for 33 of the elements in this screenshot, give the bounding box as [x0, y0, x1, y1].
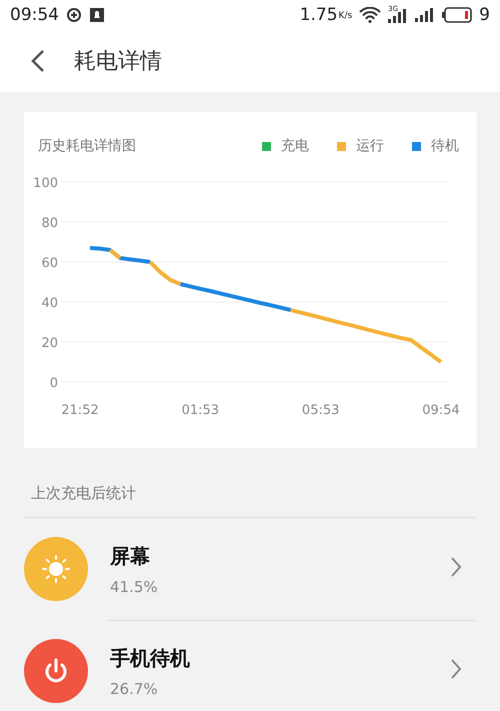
y-tick-label: 80: [41, 216, 58, 231]
y-tick-label: 40: [41, 296, 58, 311]
chevron-icon: [450, 556, 462, 578]
y-tick-label: 0: [50, 376, 58, 391]
section-title: 上次充电后统计: [24, 448, 476, 518]
usage-item[interactable]: 手机待机 26.7%: [24, 620, 476, 711]
legend-label: 充电: [281, 137, 309, 155]
network-speed: 1.75: [300, 5, 338, 25]
y-tick-label: 20: [41, 336, 58, 351]
battery-icon: [442, 7, 472, 23]
wifi-icon: [359, 7, 382, 23]
battery-level: 9: [479, 5, 490, 25]
x-tick-label: 01:53: [182, 403, 220, 418]
chevron-icon: [450, 658, 462, 680]
y-tick-label: 60: [41, 256, 58, 271]
clock: 09:54: [10, 5, 59, 25]
x-tick-label: 09:54: [422, 403, 460, 418]
y-tick-label: 100: [33, 176, 58, 191]
sun-icon: [41, 554, 71, 584]
x-tick-label: 05:53: [302, 403, 340, 418]
legend-label: 运行: [356, 137, 384, 155]
item-name: 屏幕: [110, 542, 151, 570]
item-percent: 26.7%: [110, 680, 159, 698]
item-name: 手机待机: [110, 644, 191, 672]
page-title: 耗电详情: [74, 48, 162, 76]
usage-item[interactable]: 屏幕 41.5%: [24, 518, 476, 620]
x-tick-label: 21:52: [61, 403, 99, 418]
speed-unit: K/s: [338, 11, 352, 21]
signal-icon: [415, 8, 436, 22]
chart-title: 历史耗电详情图: [38, 137, 137, 155]
item-percent: 41.5%: [110, 578, 159, 596]
notification-icon: [89, 7, 105, 23]
legend-label: 待机: [431, 137, 459, 155]
